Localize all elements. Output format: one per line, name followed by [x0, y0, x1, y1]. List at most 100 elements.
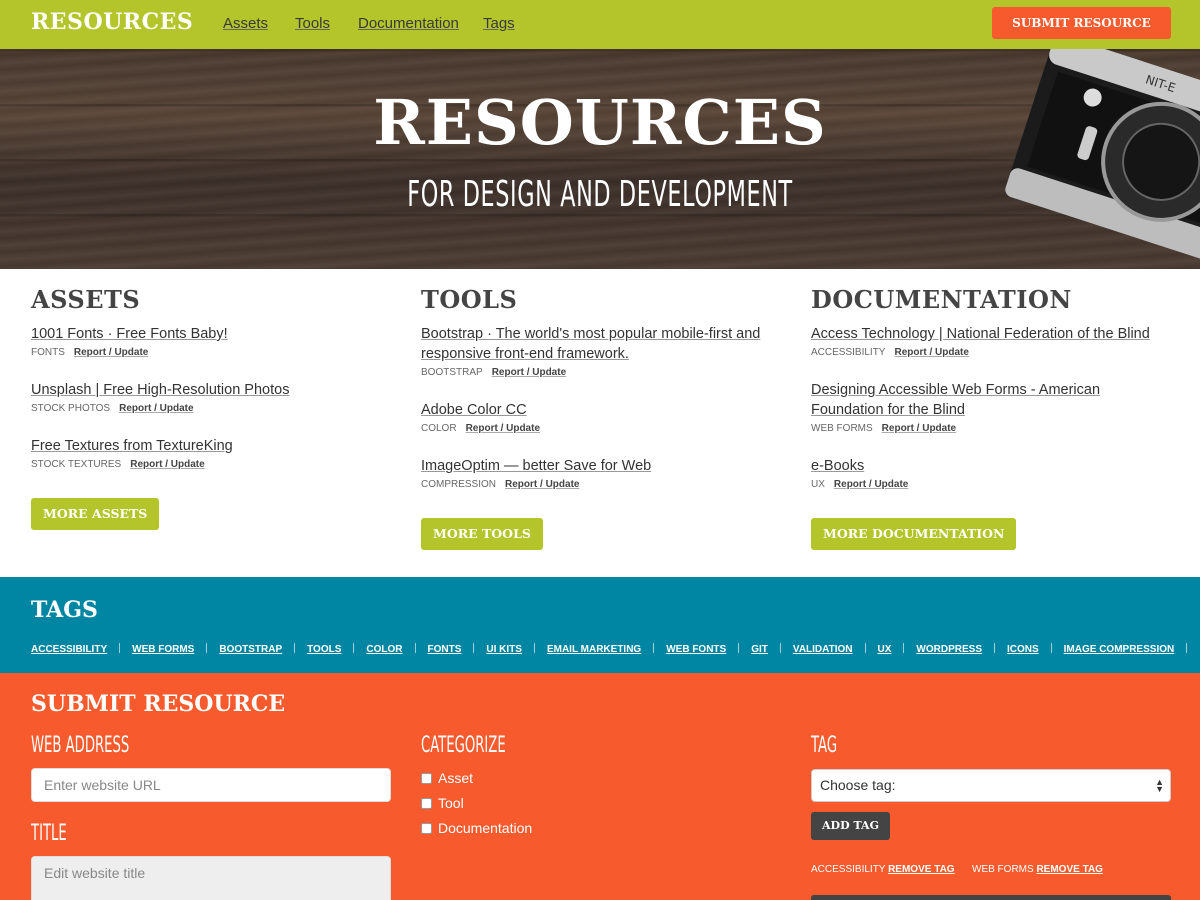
- report-update-link[interactable]: Report / Update: [119, 403, 193, 414]
- tag-link[interactable]: VALIDATION: [793, 644, 853, 655]
- resource-link[interactable]: Free Textures from TextureKing: [31, 436, 391, 456]
- resource-tag[interactable]: STOCK PHOTOS: [31, 403, 110, 414]
- select-arrows-icon: ▲ ▼: [1155, 777, 1164, 794]
- more-tools-button[interactable]: MORE TOOLS: [421, 518, 543, 550]
- tag-separator: [119, 643, 121, 653]
- nav-link-assets[interactable]: Assets: [223, 15, 268, 32]
- tag-link[interactable]: EMAIL MARKETING: [547, 644, 641, 655]
- tag-link[interactable]: ACCESSIBILITY: [31, 644, 107, 655]
- submit-heading: SUBMIT RESOURCE: [31, 691, 286, 717]
- resource-link[interactable]: 1001 Fonts · Free Fonts Baby!: [31, 324, 391, 344]
- resource-tag[interactable]: STOCK TEXTURES: [31, 459, 121, 470]
- tag-link[interactable]: WEB FORMS: [132, 644, 194, 655]
- tag-select[interactable]: Choose tag: ▲ ▼: [811, 769, 1171, 802]
- list-item: Access Technology | National Federation …: [811, 324, 1171, 358]
- tag-link[interactable]: WORDPRESS: [916, 644, 982, 655]
- tag-separator: [653, 643, 655, 653]
- report-update-link[interactable]: Report / Update: [834, 479, 908, 490]
- tag-separator: [414, 643, 416, 653]
- report-update-link[interactable]: Report / Update: [74, 347, 148, 358]
- list-item: Bootstrap · The world's most popular mob…: [421, 324, 781, 378]
- report-update-link[interactable]: Report / Update: [882, 423, 956, 434]
- resource-tag[interactable]: COMPRESSION: [421, 479, 496, 490]
- list-item: ImageOptim — better Save for Web COMPRES…: [421, 456, 781, 490]
- resource-link[interactable]: Designing Accessible Web Forms - America…: [811, 380, 1171, 420]
- tag-link[interactable]: COLOR: [366, 644, 402, 655]
- tag-link[interactable]: GIT: [751, 644, 768, 655]
- submit-resource-button[interactable]: SUBMIT RESOURCE: [992, 7, 1171, 39]
- resource-tag[interactable]: FONTS: [31, 347, 65, 358]
- report-update-link[interactable]: Report / Update: [466, 423, 540, 434]
- checkbox[interactable]: [421, 798, 432, 809]
- tag-separator: [738, 643, 740, 653]
- web-address-input[interactable]: Enter website URL: [31, 768, 391, 802]
- tag-separator: [864, 643, 866, 653]
- tag-link[interactable]: UX: [878, 644, 892, 655]
- list-item: Free Textures from TextureKing STOCK TEX…: [31, 436, 391, 470]
- submit-form-button[interactable]: [811, 895, 1171, 900]
- list-item: e-Books UX Report / Update: [811, 456, 1171, 490]
- resource-link[interactable]: Unsplash | Free High-Resolution Photos: [31, 380, 391, 400]
- nav-link-documentation[interactable]: Documentation: [358, 15, 459, 32]
- tag-link[interactable]: WEB FONTS: [666, 644, 726, 655]
- tags-heading: TAGS: [31, 597, 98, 623]
- tag-separator: [1186, 643, 1188, 653]
- resource-tag[interactable]: UX: [811, 479, 825, 490]
- resource-tag[interactable]: WEB FORMS: [811, 423, 873, 434]
- tag-separator: [1050, 643, 1052, 653]
- resource-tag[interactable]: ACCESSIBILITY: [811, 347, 885, 358]
- resource-link[interactable]: Access Technology | National Federation …: [811, 324, 1171, 344]
- tag-select-value: Choose tag:: [820, 777, 896, 793]
- remove-tag-link[interactable]: REMOVE TAG: [888, 864, 954, 875]
- add-tag-button[interactable]: ADD TAG: [811, 812, 890, 840]
- hero-banner: NIT-E RESOURCES FOR DESIGN AND DEVELOPME…: [0, 49, 1200, 269]
- checkbox-label: Tool: [438, 795, 464, 811]
- tag-label: TAG: [811, 733, 838, 758]
- category-checkbox-asset[interactable]: Asset: [421, 770, 473, 786]
- resource-link[interactable]: Bootstrap · The world's most popular mob…: [421, 324, 781, 364]
- tag-separator: [903, 643, 905, 653]
- resource-link[interactable]: Adobe Color CC: [421, 400, 781, 420]
- category-checkbox-documentation[interactable]: Documentation: [421, 820, 532, 836]
- list-item: 1001 Fonts · Free Fonts Baby! FONTS Repor…: [31, 324, 391, 358]
- tag-link[interactable]: ICONS: [1007, 644, 1039, 655]
- tag-link[interactable]: IMAGE COMPRESSION: [1064, 644, 1175, 655]
- tag-separator: [779, 643, 781, 653]
- report-update-link[interactable]: Report / Update: [492, 367, 566, 378]
- tools-column: TOOLS Bootstrap · The world's most popul…: [421, 285, 781, 550]
- resource-tag[interactable]: BOOTSTRAP: [421, 367, 483, 378]
- tag-separator: [353, 643, 355, 653]
- resource-link[interactable]: e-Books: [811, 456, 1171, 476]
- tag-link[interactable]: FONTS: [428, 644, 462, 655]
- tag-link[interactable]: TOOLS: [307, 644, 341, 655]
- resource-link[interactable]: ImageOptim — better Save for Web: [421, 456, 781, 476]
- chosen-tag: WEB FORMS REMOVE TAG: [972, 864, 1103, 875]
- nav-link-tags[interactable]: Tags: [483, 15, 515, 32]
- list-item: Designing Accessible Web Forms - America…: [811, 380, 1171, 434]
- checkbox[interactable]: [421, 773, 432, 784]
- resource-tag[interactable]: COLOR: [421, 423, 457, 434]
- tag-list: ACCESSIBILITY WEB FORMS BOOTSTRAP TOOLS COLO…: [31, 643, 1199, 655]
- title-input[interactable]: Edit website title: [31, 856, 391, 900]
- report-update-link[interactable]: Report / Update: [894, 347, 968, 358]
- tag-separator: [473, 643, 475, 653]
- categorize-label: CATEGORIZE: [421, 733, 506, 758]
- documentation-column: DOCUMENTATION Access Technology | Nation…: [811, 285, 1171, 550]
- list-item: Unsplash | Free High-Resolution Photos S…: [31, 380, 391, 414]
- tag-link[interactable]: BOOTSTRAP: [219, 644, 282, 655]
- report-update-link[interactable]: Report / Update: [505, 479, 579, 490]
- nav-link-tools[interactable]: Tools: [295, 15, 330, 32]
- report-update-link[interactable]: Report / Update: [130, 459, 204, 470]
- more-assets-button[interactable]: MORE ASSETS: [31, 498, 160, 530]
- web-address-label: WEB ADDRESS: [31, 733, 130, 758]
- category-checkbox-tool[interactable]: Tool: [421, 795, 464, 811]
- remove-tag-link[interactable]: REMOVE TAG: [1036, 864, 1102, 875]
- tag-link[interactable]: UI KITS: [486, 644, 522, 655]
- chosen-tag-name: ACCESSIBILITY: [811, 864, 886, 875]
- hero-subtitle: FOR DESIGN AND DEVELOPMENT: [407, 174, 793, 215]
- more-documentation-button[interactable]: MORE DOCUMENTATION: [811, 518, 1017, 550]
- brand-logo[interactable]: RESOURCES: [31, 9, 193, 35]
- tags-section: TAGS ACCESSIBILITY WEB FORMS BOOTSTRAP TOOL…: [0, 577, 1200, 673]
- checkbox[interactable]: [421, 823, 432, 834]
- tag-separator: [993, 643, 995, 653]
